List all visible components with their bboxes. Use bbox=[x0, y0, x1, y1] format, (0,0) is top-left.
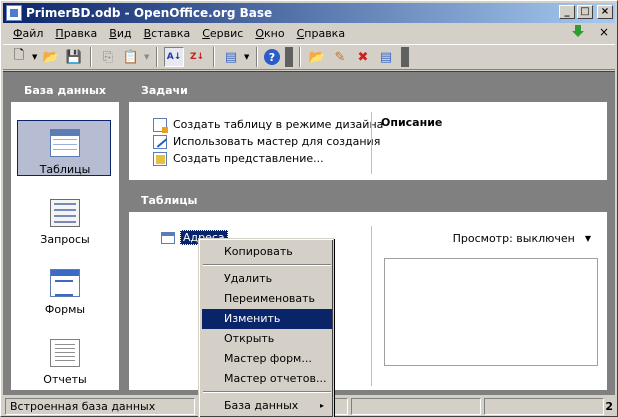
toolbar-separator bbox=[299, 47, 301, 67]
preview-selector[interactable]: Просмотр: выключен ▼ bbox=[453, 232, 591, 245]
menu-insert[interactable]: Вставка bbox=[138, 27, 197, 40]
preview-label: Просмотр: выключен bbox=[452, 232, 575, 245]
new-dropdown-arrow-icon[interactable]: ▼ bbox=[32, 53, 38, 61]
minimize-button[interactable]: _ bbox=[559, 5, 575, 19]
menu-item-report-wizard[interactable]: Мастер отчетов... bbox=[202, 369, 332, 389]
menu-edit[interactable]: Правка bbox=[49, 27, 103, 40]
open-folder-icon[interactable]: 📂 bbox=[41, 47, 61, 67]
menu-separator bbox=[203, 264, 331, 266]
reports-icon bbox=[50, 339, 80, 367]
sidebar-item-label: Отчеты bbox=[43, 373, 87, 386]
insert-object-icon[interactable]: ▤ bbox=[221, 47, 241, 67]
preview-divider bbox=[371, 226, 372, 386]
database-panel-header: База данных bbox=[11, 80, 119, 102]
task-create-view[interactable]: Создать представление... bbox=[153, 150, 383, 167]
queries-icon bbox=[50, 199, 80, 227]
rename-icon[interactable]: ▤ bbox=[376, 47, 396, 67]
sidebar-item-label: Таблицы bbox=[39, 163, 91, 176]
new-document-icon[interactable]: 🗋 bbox=[9, 47, 29, 67]
chevron-down-icon: ▼ bbox=[584, 234, 591, 243]
toolbar-separator bbox=[156, 47, 158, 67]
tasks-panel: Задачи Создать таблицу в режиме дизайна … bbox=[129, 80, 607, 180]
task-create-table-design[interactable]: Создать таблицу в режиме дизайна bbox=[153, 116, 383, 133]
table-design-icon bbox=[153, 117, 168, 133]
resize-grip[interactable]: 2 bbox=[605, 400, 613, 413]
preview-area bbox=[384, 258, 598, 366]
tasks-header: Задачи bbox=[129, 80, 607, 102]
task-label: Использовать мастер для создания bbox=[173, 135, 381, 148]
database-panel: База данных Таблицы Запросы Формы Отчеты bbox=[11, 80, 119, 390]
sidebar-item-queries[interactable]: Запросы bbox=[11, 190, 119, 250]
menu-item-delete[interactable]: Удалить bbox=[202, 269, 332, 289]
menu-item-open[interactable]: Открыть bbox=[202, 329, 332, 349]
table-icon bbox=[161, 231, 175, 244]
submenu-arrow-icon: ▸ bbox=[319, 401, 324, 410]
task-label: Создать представление... bbox=[173, 152, 324, 165]
sidebar-item-tables[interactable]: Таблицы bbox=[11, 120, 119, 180]
menu-item-edit[interactable]: Изменить bbox=[202, 309, 332, 329]
standard-toolbar: 🗋 ▼ 📂 💾 ⎘ 📋 ▼ A↓ Z↓ ▤ ▼ ? 📂 ✎ ✖ ▤ bbox=[3, 44, 615, 70]
menubar-right: × bbox=[571, 25, 609, 39]
sort-descending-icon[interactable]: Z↓ bbox=[187, 47, 207, 67]
tables-header: Таблицы bbox=[129, 190, 607, 212]
description-divider bbox=[371, 112, 372, 174]
menu-tools[interactable]: Сервис bbox=[196, 27, 249, 40]
context-menu: Копировать Удалить Переименовать Изменит… bbox=[198, 238, 334, 417]
status-text: Встроенная база данных bbox=[5, 398, 195, 415]
sort-ascending-icon[interactable]: A↓ bbox=[164, 47, 184, 67]
task-use-wizard[interactable]: Использовать мастер для создания bbox=[153, 133, 383, 150]
menu-item-rename[interactable]: Переименовать bbox=[202, 289, 332, 309]
insert-dropdown-arrow-icon[interactable]: ▼ bbox=[244, 53, 250, 61]
create-view-icon bbox=[153, 151, 167, 166]
title-bar[interactable]: PrimerBD.odb - OpenOffice.org Base _ □ × bbox=[3, 3, 615, 23]
window-controls: _ □ × bbox=[559, 5, 613, 19]
sidebar-item-label: Запросы bbox=[40, 233, 90, 246]
close-button[interactable]: × bbox=[597, 5, 613, 19]
window-title: PrimerBD.odb - OpenOffice.org Base bbox=[26, 6, 273, 20]
app-window: PrimerBD.odb - OpenOffice.org Base _ □ ×… bbox=[0, 0, 618, 417]
menu-file[interactable]: Файл bbox=[7, 27, 49, 40]
toolbar-separator bbox=[90, 47, 92, 67]
menu-bar: Файл Правка Вид Вставка Сервис Окно Спра… bbox=[3, 24, 615, 43]
toolbar-overflow-handle[interactable] bbox=[401, 47, 409, 67]
forms-icon bbox=[50, 269, 80, 297]
update-download-icon[interactable] bbox=[571, 25, 585, 39]
paste-dropdown-arrow-icon[interactable]: ▼ bbox=[144, 53, 150, 61]
menu-window[interactable]: Окно bbox=[249, 27, 290, 40]
paste-icon[interactable]: 📋 bbox=[121, 47, 141, 67]
toolbar-separator bbox=[256, 47, 258, 67]
sidebar-item-reports[interactable]: Отчеты bbox=[11, 330, 119, 390]
description-title: Описание bbox=[381, 116, 443, 129]
status-cell bbox=[351, 398, 481, 415]
base-app-icon bbox=[6, 5, 22, 21]
menu-help[interactable]: Справка bbox=[291, 27, 351, 40]
edit-icon[interactable]: ✎ bbox=[330, 47, 350, 67]
table-wizard-icon bbox=[153, 134, 167, 149]
sidebar-item-forms[interactable]: Формы bbox=[11, 260, 119, 320]
open-db-object-icon[interactable]: 📂 bbox=[307, 47, 327, 67]
help-icon[interactable]: ? bbox=[264, 49, 280, 65]
toolbar-separator bbox=[213, 47, 215, 67]
menu-item-form-wizard[interactable]: Мастер форм... bbox=[202, 349, 332, 369]
task-label: Создать таблицу в режиме дизайна bbox=[173, 118, 384, 131]
task-list: Создать таблицу в режиме дизайна Использ… bbox=[153, 116, 383, 167]
copy-icon[interactable]: ⎘ bbox=[98, 47, 118, 67]
status-cell bbox=[484, 398, 604, 415]
tables-icon bbox=[50, 129, 80, 157]
delete-icon[interactable]: ✖ bbox=[353, 47, 373, 67]
menu-item-database[interactable]: База данных ▸ bbox=[202, 396, 332, 416]
menu-item-copy[interactable]: Копировать bbox=[202, 242, 332, 262]
menu-view[interactable]: Вид bbox=[103, 27, 137, 40]
sidebar-item-label: Формы bbox=[44, 303, 86, 316]
close-document-icon[interactable]: × bbox=[599, 25, 609, 39]
save-icon[interactable]: 💾 bbox=[64, 47, 84, 67]
menu-separator bbox=[203, 391, 331, 393]
menu-item-label: База данных bbox=[224, 399, 299, 412]
maximize-button[interactable]: □ bbox=[577, 5, 593, 19]
toolbar-overflow-handle[interactable] bbox=[285, 47, 293, 67]
